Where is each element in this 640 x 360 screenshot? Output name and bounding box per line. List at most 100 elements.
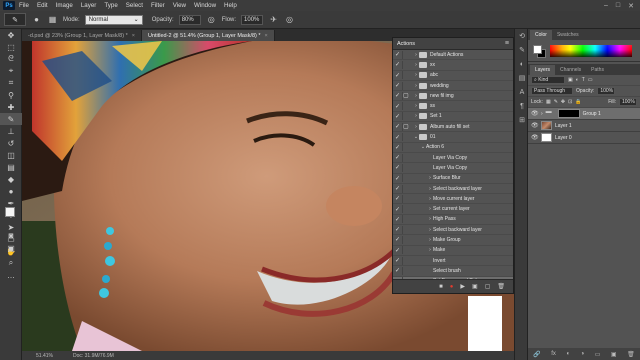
toggle-item-checkbox[interactable]: ✓ <box>393 144 402 151</box>
eye-icon[interactable]: 👁 <box>531 122 539 129</box>
tab-paths[interactable]: Paths <box>586 65 609 75</box>
toggle-item-checkbox[interactable]: ✓ <box>393 103 402 110</box>
toggle-item-checkbox[interactable]: ✓ <box>393 195 402 202</box>
toggle-item-checkbox[interactable]: ✓ <box>393 154 402 161</box>
action-row-set[interactable]: ✓ › xx <box>393 60 513 71</box>
chevron-right-icon[interactable]: › <box>541 111 543 117</box>
toggle-dialog-checkbox[interactable]: ▢ <box>402 91 411 100</box>
adjustments-panel-icon[interactable]: ◐ <box>515 57 529 71</box>
brush-tool-preset-picker[interactable]: ✎ <box>4 13 26 26</box>
toggle-item-checkbox[interactable]: ✓ <box>393 82 402 89</box>
action-row-step[interactable]: ✓ Select brush <box>393 266 513 277</box>
filter-pixel-icon[interactable]: ▣ <box>568 77 573 83</box>
eye-icon[interactable]: 👁 <box>531 110 539 117</box>
layer-row[interactable]: 👁 Layer 1 <box>528 120 640 132</box>
trash-icon[interactable]: 🗑 <box>627 351 635 358</box>
gradient-tool[interactable]: ▤ <box>0 161 22 173</box>
toggle-item-checkbox[interactable]: ✓ <box>393 247 402 254</box>
pressure-size-toggle[interactable]: ◎ <box>284 14 295 25</box>
toggle-item-checkbox[interactable]: ✓ <box>393 236 402 243</box>
foreground-color-chip[interactable] <box>533 45 542 54</box>
history-panel-icon[interactable]: ⟲ <box>515 29 529 43</box>
action-row-step[interactable]: ✓ › Make Group <box>393 235 513 246</box>
action-row-step[interactable]: ✓ › Surface Blur <box>393 174 513 184</box>
menu-filter[interactable]: Filter <box>151 2 165 9</box>
menu-file[interactable]: File <box>19 2 29 9</box>
toggle-item-checkbox[interactable]: ✓ <box>393 216 402 223</box>
toggle-item-checkbox[interactable]: ✓ <box>393 123 402 130</box>
menu-layer[interactable]: Layer <box>81 2 96 9</box>
close-icon[interactable]: × <box>132 33 135 39</box>
tab-layers[interactable]: Layers <box>530 65 556 75</box>
filter-shape-icon[interactable]: ▭ <box>588 77 593 83</box>
toggle-item-checkbox[interactable]: ✓ <box>393 257 402 264</box>
toggle-dialog-checkbox[interactable]: ▢ <box>402 122 411 131</box>
paragraph-panel-icon[interactable]: ¶ <box>515 99 529 113</box>
action-row-set[interactable]: ✓ › abc <box>393 71 513 81</box>
layer-fill-field[interactable]: 100% <box>619 98 637 106</box>
character-panel-icon[interactable]: A <box>515 85 529 99</box>
lock-all-icon[interactable]: 🔒 <box>575 99 581 105</box>
trash-icon[interactable]: 🗑 <box>497 283 505 290</box>
layer-mask-thumbnail[interactable] <box>557 109 580 118</box>
action-row-step[interactable]: ✓ Layer Via Copy <box>393 153 513 164</box>
action-row-step[interactable]: ✓ › Make <box>393 246 513 256</box>
add-mask-icon[interactable]: ◐ <box>566 351 570 357</box>
action-row-step[interactable]: ✓ Layer Via Copy <box>393 163 513 174</box>
toggle-item-checkbox[interactable]: ✓ <box>393 185 402 192</box>
lock-position-icon[interactable]: ✥ <box>561 99 565 105</box>
action-row-action[interactable]: ✓ ⌄ Action 6 <box>393 143 513 153</box>
quick-mask-toggle[interactable]: ◙ <box>0 229 22 241</box>
action-row-step[interactable]: ✓ Invert <box>393 256 513 267</box>
menu-edit[interactable]: Edit <box>37 2 48 9</box>
navigator-panel-icon[interactable]: ⊞ <box>515 113 529 127</box>
document-tab-active[interactable]: Untitled-2 @ 51.4% (Group 1, Layer Mask/… <box>141 30 275 41</box>
zoom-tool[interactable]: ⌕ <box>0 257 22 269</box>
tab-channels[interactable]: Channels <box>555 65 586 75</box>
toggle-dialog-checkbox[interactable] <box>402 266 411 275</box>
toggle-dialog-checkbox[interactable] <box>402 246 411 255</box>
toggle-dialog-checkbox[interactable] <box>402 225 411 234</box>
close-icon[interactable]: ✕ <box>628 2 634 10</box>
blend-mode-select[interactable]: Pass Through <box>531 87 573 95</box>
toggle-dialog-checkbox[interactable] <box>402 205 411 214</box>
layer-row[interactable]: 👁 Layer 0 <box>528 132 640 144</box>
action-row-set[interactable]: ✓ › Set 1 <box>393 112 513 123</box>
layer-row[interactable]: 👁 › ▬ Group 1 <box>528 108 640 120</box>
toggle-dialog-checkbox[interactable] <box>402 235 411 244</box>
action-row-set[interactable]: ✓ ▢ › Album auto fill set <box>393 122 513 133</box>
layer-thumbnail[interactable] <box>541 121 552 130</box>
quick-select-tool[interactable]: ⌖ <box>0 65 22 77</box>
lasso-tool[interactable]: ᘓ <box>0 53 22 65</box>
toggle-item-checkbox[interactable]: ✓ <box>393 113 402 120</box>
zoom-level[interactable]: 51.41% <box>36 353 53 359</box>
menu-type[interactable]: Type <box>104 2 117 9</box>
toggle-dialog-checkbox[interactable] <box>402 143 411 152</box>
eye-icon[interactable]: 👁 <box>531 134 539 141</box>
layer-kind-filter[interactable]: ⌕ Kind <box>531 76 565 84</box>
brush-size-picker[interactable]: ● <box>31 14 42 25</box>
panel-menu-icon[interactable]: ≡ <box>505 40 509 47</box>
toggle-dialog-checkbox[interactable] <box>402 163 411 172</box>
toggle-item-checkbox[interactable]: ✓ <box>393 206 402 213</box>
action-row-step[interactable]: ✓ › Move current layer <box>393 194 513 205</box>
toggle-item-checkbox[interactable]: ✓ <box>393 61 402 68</box>
action-row-set[interactable]: ✓ ⌄ 01 <box>393 132 513 143</box>
menu-select[interactable]: Select <box>126 2 143 9</box>
toggle-dialog-checkbox[interactable] <box>402 184 411 193</box>
eyedropper-tool[interactable]: ⚲ <box>0 89 22 101</box>
brush-panel-icon[interactable]: ✎ <box>515 43 529 57</box>
toggle-item-checkbox[interactable]: ✓ <box>393 51 402 58</box>
marquee-tool[interactable]: ⬚ <box>0 41 22 53</box>
toggle-item-checkbox[interactable]: ✓ <box>393 164 402 171</box>
layer-style-icon[interactable]: fx <box>551 351 556 357</box>
toggle-dialog-checkbox[interactable] <box>402 50 411 59</box>
toggle-item-checkbox[interactable]: ✓ <box>393 72 402 79</box>
minimize-icon[interactable]: – <box>604 2 608 10</box>
toggle-dialog-checkbox[interactable] <box>402 174 411 183</box>
toggle-dialog-checkbox[interactable] <box>402 112 411 121</box>
layer-thumbnail[interactable] <box>541 133 552 142</box>
action-row-set[interactable]: ✓ › Default Actions <box>393 50 513 61</box>
menu-image[interactable]: Image <box>56 2 73 9</box>
toggle-item-checkbox[interactable]: ✓ <box>393 175 402 182</box>
